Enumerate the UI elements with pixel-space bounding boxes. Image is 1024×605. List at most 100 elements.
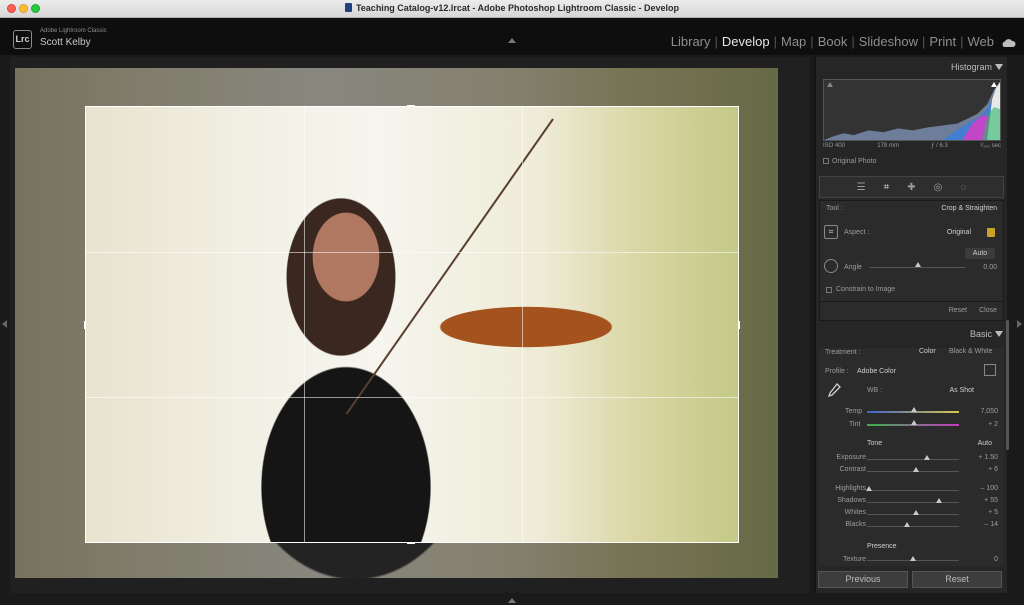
reset-button[interactable]: Reset xyxy=(912,571,1002,588)
texture-label: Texture xyxy=(843,556,866,563)
original-photo-toggle[interactable]: Original Photo xyxy=(823,158,876,165)
module-develop[interactable]: Develop xyxy=(718,34,774,49)
tint-value[interactable]: + 2 xyxy=(988,421,998,428)
profile-browser-icon[interactable] xyxy=(984,364,996,376)
crop-handle-top[interactable] xyxy=(407,105,415,107)
slider-thumb[interactable] xyxy=(912,467,919,472)
previous-button[interactable]: Previous xyxy=(818,571,908,588)
slider-value[interactable]: + 6 xyxy=(988,466,998,473)
lock-icon[interactable] xyxy=(987,228,995,237)
slider-thumb[interactable] xyxy=(903,522,910,527)
wb-eyedropper-icon[interactable] xyxy=(826,382,842,398)
iso-value: ISO 400 xyxy=(823,143,846,149)
angle-slider-track[interactable] xyxy=(870,267,965,268)
module-print[interactable]: Print xyxy=(925,34,960,49)
histogram-curve xyxy=(824,81,1000,140)
presence-label: Presence xyxy=(867,543,897,550)
slider-thumb[interactable] xyxy=(912,510,919,515)
treatment-color-button[interactable]: Color xyxy=(919,348,936,355)
edit-sliders-icon[interactable]: ☰ xyxy=(857,182,866,193)
panel-collapse-icon[interactable] xyxy=(995,331,1003,337)
slider-value[interactable]: + 1.50 xyxy=(978,454,998,461)
module-web[interactable]: Web xyxy=(964,34,999,49)
crop-grid-line xyxy=(86,397,738,398)
slider-value[interactable]: – 14 xyxy=(984,521,998,528)
original-photo-checkbox[interactable] xyxy=(823,158,829,164)
slider-row-highlights: Highlights – 100 xyxy=(819,485,1004,497)
slider-thumb[interactable] xyxy=(923,455,930,460)
tool-name: Crop & Straighten xyxy=(941,205,997,212)
crop-handle-right[interactable] xyxy=(738,321,740,329)
slider-label: Whites xyxy=(844,509,866,516)
slider-track[interactable] xyxy=(867,459,959,460)
auto-straighten-button[interactable]: Auto xyxy=(965,248,995,259)
tone-auto-button[interactable]: Auto xyxy=(978,440,992,447)
profile-label: Profile : xyxy=(825,368,849,375)
slider-label: Blacks xyxy=(845,521,866,528)
original-photo-label: Original Photo xyxy=(832,158,877,165)
panel-scrollbar[interactable] xyxy=(1006,320,1009,450)
texture-slider-thumb[interactable] xyxy=(910,556,916,561)
masking-tool-icon[interactable]: ◌ xyxy=(960,182,966,193)
crop-handle-bottom[interactable] xyxy=(407,542,415,544)
angle-value[interactable]: 0.00 xyxy=(983,264,997,271)
treatment-bw-button[interactable]: Black & White xyxy=(949,348,993,355)
wb-label: WB : xyxy=(867,387,883,394)
temp-value[interactable]: 7,050 xyxy=(980,408,998,415)
crop-handle-left[interactable] xyxy=(84,321,86,329)
slider-track[interactable] xyxy=(867,526,959,527)
constrain-checkbox[interactable] xyxy=(826,287,832,293)
wb-dropdown[interactable]: As Shot xyxy=(949,387,974,394)
collapse-left-panel-icon[interactable] xyxy=(2,320,7,328)
highlight-clipping-icon[interactable] xyxy=(991,82,997,87)
slider-label: Shadows xyxy=(837,497,866,504)
red-eye-tool-icon[interactable]: ◎ xyxy=(934,182,943,193)
divider xyxy=(820,301,1003,302)
slider-thumb[interactable] xyxy=(935,498,942,503)
shadow-clipping-icon[interactable] xyxy=(827,82,833,87)
module-book[interactable]: Book xyxy=(814,34,852,49)
aspect-label: Aspect : xyxy=(844,229,870,236)
cloud-sync-icon[interactable] xyxy=(1000,38,1016,48)
crop-frame-icon[interactable]: ⌗ xyxy=(824,225,838,239)
crop-grid-line xyxy=(304,107,305,542)
collapse-top-panel-icon[interactable] xyxy=(508,38,516,43)
module-library[interactable]: Library xyxy=(667,34,715,49)
slider-value[interactable]: + 55 xyxy=(984,497,998,504)
angle-slider-thumb[interactable] xyxy=(914,262,921,267)
slider-track[interactable] xyxy=(867,490,959,491)
slider-label: Exposure xyxy=(836,454,866,461)
slider-row-shadows: Shadows + 55 xyxy=(819,497,1004,509)
histogram-header[interactable]: Histogram xyxy=(816,58,1008,76)
slider-value[interactable]: – 100 xyxy=(980,485,998,492)
straighten-tool-icon[interactable] xyxy=(824,259,838,273)
crop-tool-icon[interactable]: ⌗ xyxy=(884,182,890,193)
tool-strip: ☰ ⌗ ✚ ◎ ◌ xyxy=(819,176,1004,198)
module-picker: Library | Develop | Map | Book | Slideshow | … xyxy=(667,34,998,49)
document-icon xyxy=(344,3,352,12)
basic-header[interactable]: Basic xyxy=(816,325,1008,343)
crop-rectangle[interactable] xyxy=(85,106,739,543)
module-slideshow[interactable]: Slideshow xyxy=(855,34,922,49)
tool-label: Tool : xyxy=(826,205,843,212)
slider-value[interactable]: + 5 xyxy=(988,509,998,516)
texture-value[interactable]: 0 xyxy=(994,556,998,563)
tint-slider-thumb[interactable] xyxy=(911,420,917,425)
collapse-right-panel-icon[interactable] xyxy=(1017,320,1022,328)
collapse-filmstrip-icon[interactable] xyxy=(508,598,516,603)
panel-collapse-icon[interactable] xyxy=(995,64,1003,70)
angle-label: Angle xyxy=(844,264,862,271)
crop-close-button[interactable]: Close xyxy=(979,307,997,314)
slider-track[interactable] xyxy=(867,502,959,503)
slider-thumb[interactable] xyxy=(865,486,872,491)
histogram-graph[interactable] xyxy=(823,79,1001,141)
healing-tool-icon[interactable]: ✚ xyxy=(907,182,915,193)
title-bar: Teaching Catalog-v12.lrcat - Adobe Photo… xyxy=(0,0,1024,18)
crop-reset-button[interactable]: Reset xyxy=(949,307,967,314)
profile-dropdown[interactable]: Adobe Color xyxy=(857,368,896,375)
module-map[interactable]: Map xyxy=(777,34,810,49)
lrc-logo: Lrc xyxy=(13,30,32,49)
crop-grid-line xyxy=(522,107,523,542)
aspect-dropdown[interactable]: Original xyxy=(947,229,971,236)
temp-slider-thumb[interactable] xyxy=(911,407,917,412)
